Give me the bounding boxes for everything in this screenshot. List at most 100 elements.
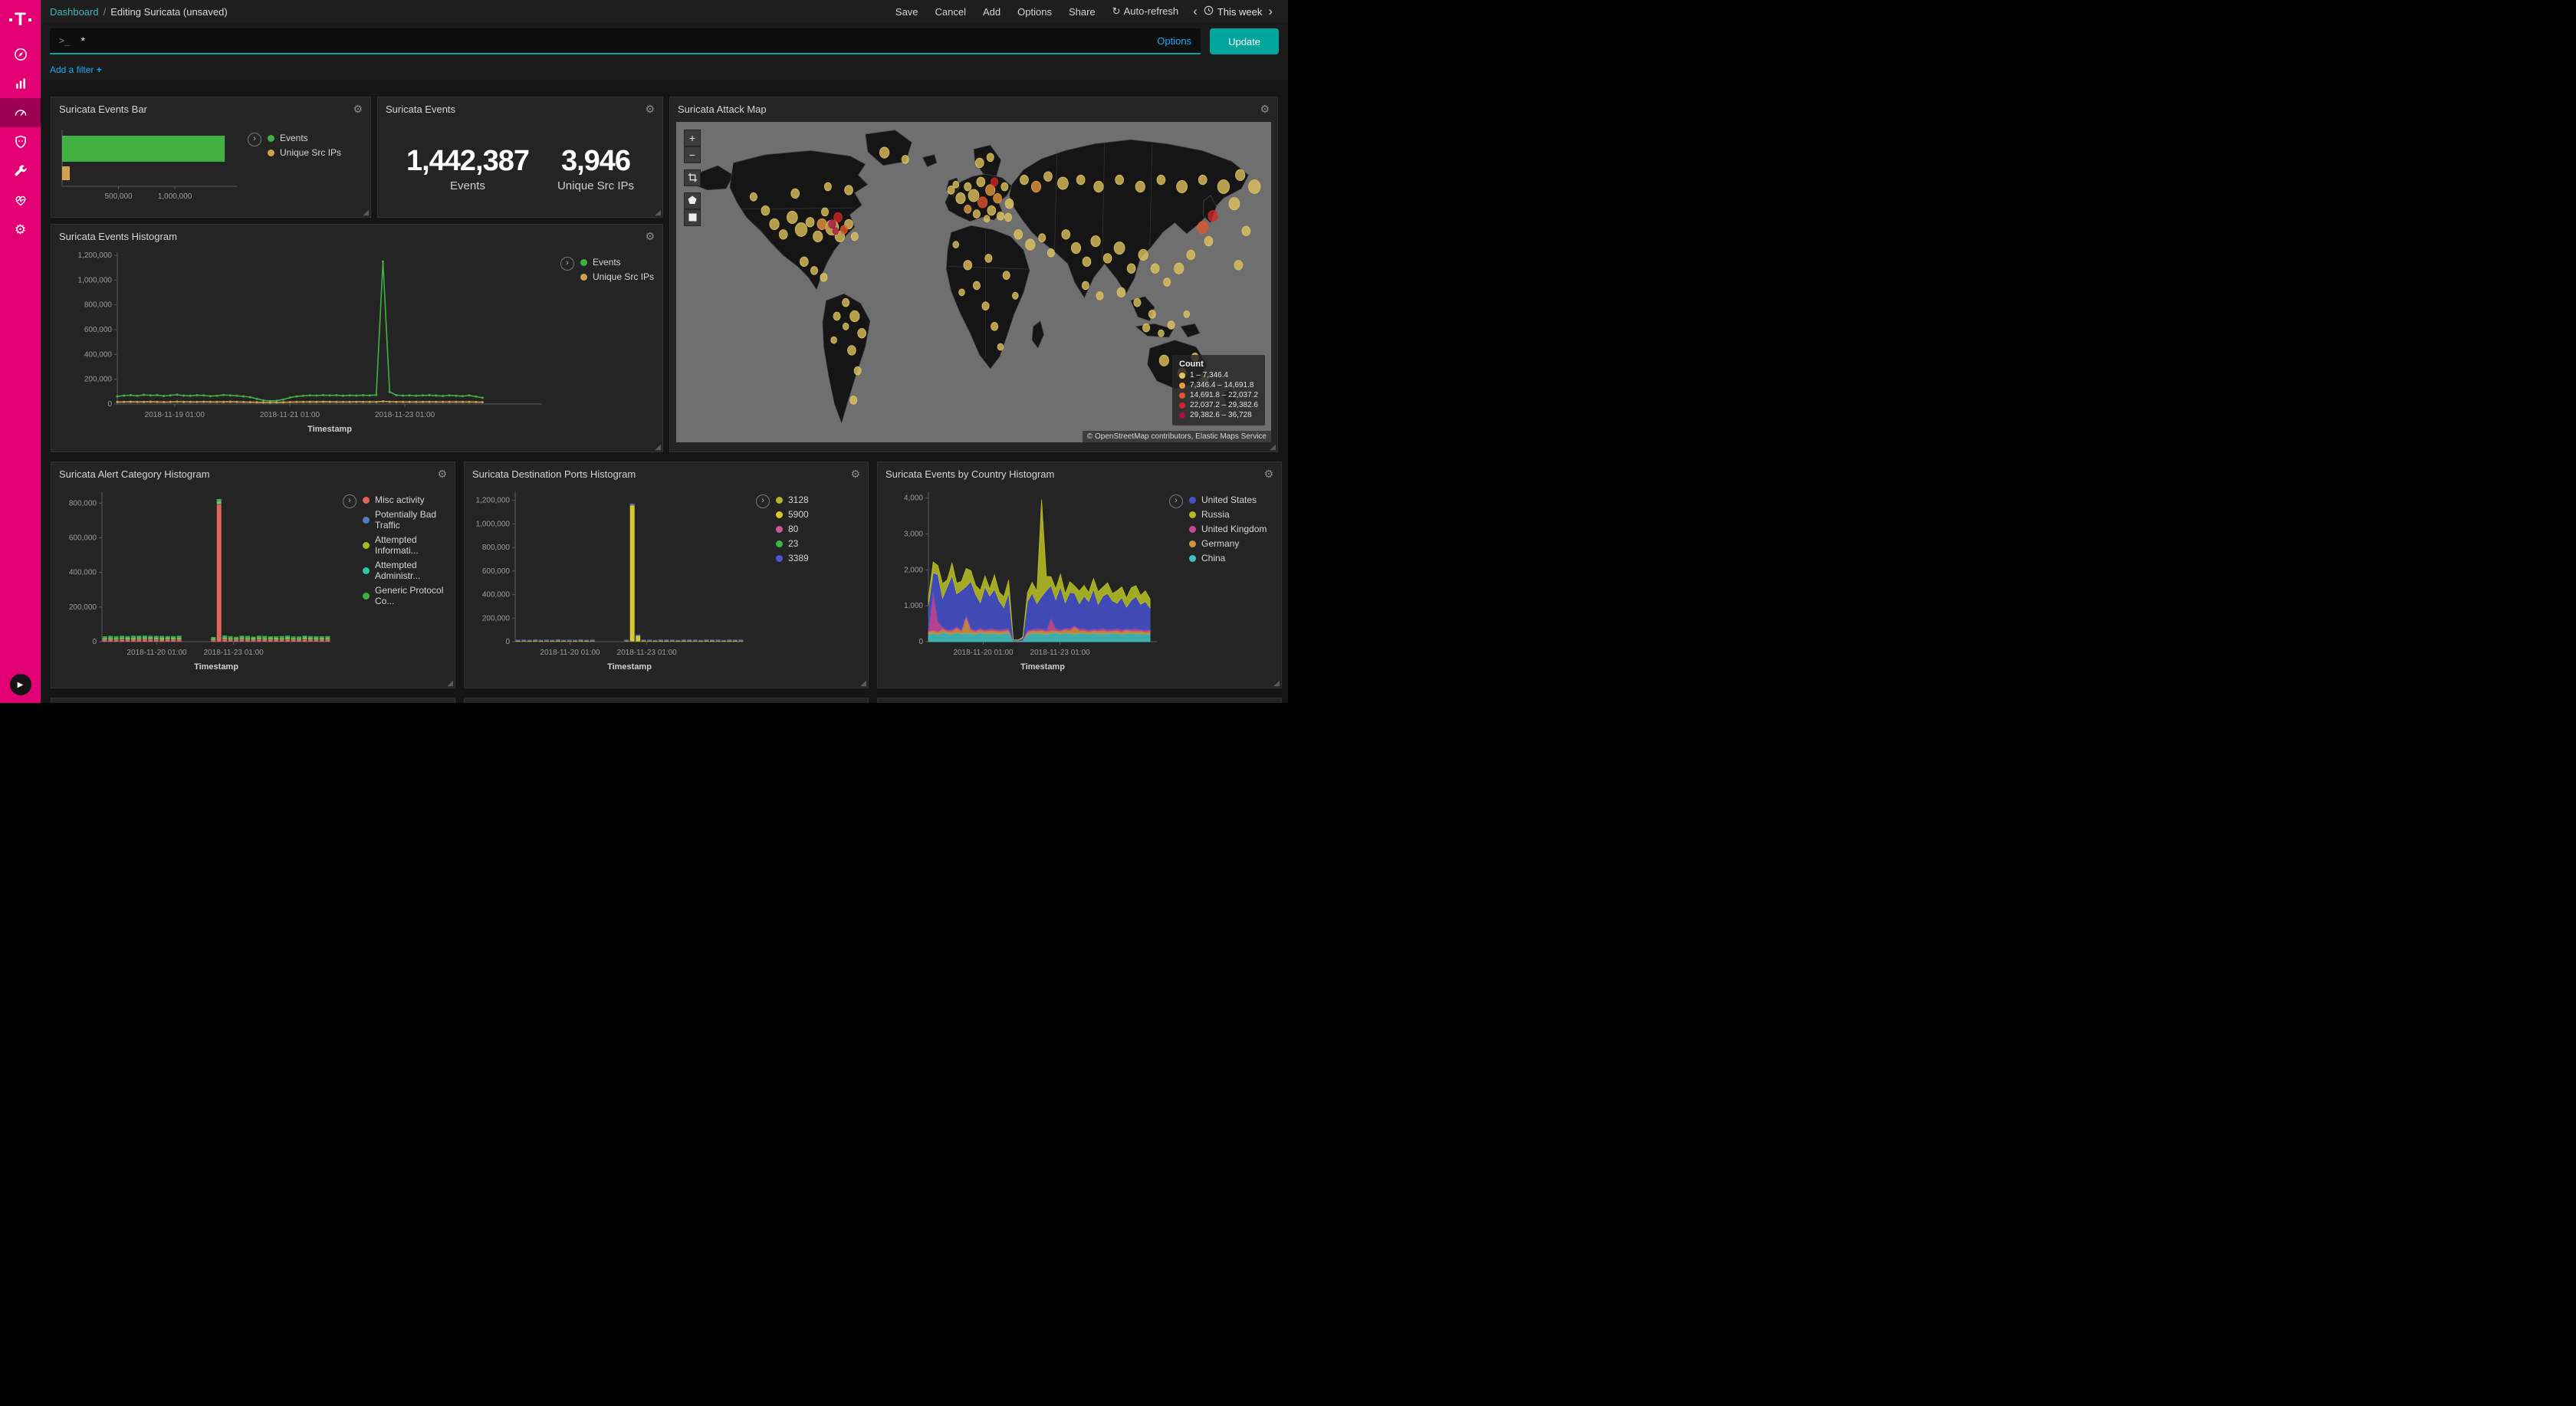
legend-toggle-icon[interactable]: ›	[1169, 494, 1183, 508]
legend-item[interactable]: Unique Src IPs	[580, 271, 654, 282]
panel-gear-icon[interactable]: ⚙	[1260, 103, 1270, 114]
search-query-input[interactable]	[79, 34, 1148, 48]
share-button[interactable]: Share	[1060, 6, 1104, 18]
legend-item[interactable]: 23	[776, 538, 809, 549]
logo-letter: T	[15, 11, 26, 29]
legend-item[interactable]: United Kingdom	[1189, 524, 1267, 534]
svg-text:2018-11-21 01:00: 2018-11-21 01:00	[260, 411, 320, 419]
legend-swatch	[363, 497, 370, 504]
telekom-logo[interactable]: T	[0, 0, 41, 40]
legend-item[interactable]: Attempted Administr...	[363, 560, 455, 581]
svg-text:2018-11-20 01:00: 2018-11-20 01:00	[540, 649, 600, 657]
legend-toggle-icon[interactable]: ›	[343, 494, 356, 508]
map-legend-range: 29,382.6 – 36,728	[1190, 411, 1252, 419]
resize-handle[interactable]: ◢	[655, 444, 661, 452]
legend-item[interactable]: 3389	[776, 553, 809, 563]
resize-handle[interactable]: ◢	[447, 680, 453, 688]
legend-swatch	[1189, 511, 1196, 518]
panel-gear-icon[interactable]: ⚙	[437, 468, 447, 479]
sidebar-item-dashboard[interactable]	[0, 98, 41, 127]
resize-handle[interactable]: ◢	[1270, 444, 1276, 452]
legend-item[interactable]: Unique Src IPs	[268, 147, 341, 158]
sidebar-item-visualize[interactable]	[0, 69, 41, 98]
events-line-chart: 0200,000400,000600,000800,0001,000,0001,…	[58, 248, 548, 439]
time-forward-button[interactable]: ›	[1262, 4, 1279, 19]
panel-gear-icon[interactable]: ⚙	[850, 468, 860, 479]
metric-group: 1,442,387 Events 3,946 Unique Src IPs	[378, 120, 662, 217]
save-button[interactable]: Save	[887, 6, 927, 18]
map-zoom-out-button[interactable]: −	[684, 146, 701, 163]
wrench-icon	[13, 163, 28, 179]
map-rectangle-tool-button[interactable]	[684, 209, 701, 226]
legend-item[interactable]: Events	[268, 133, 341, 143]
query-bar: >_ Options Update	[41, 23, 1288, 60]
panel-suricata-events-metric: Suricata Events ⚙ 1,442,387 Events 3,946…	[377, 97, 663, 218]
legend-label: Events	[593, 257, 621, 268]
time-back-button[interactable]: ‹	[1187, 4, 1204, 19]
legend-item[interactable]: Generic Protocol Co...	[363, 585, 455, 606]
panel-title: Suricata Events Histogram	[59, 231, 177, 242]
legend-item[interactable]: Misc activity	[363, 494, 455, 505]
sidebar-collapse-button[interactable]: ▶	[10, 674, 31, 695]
sidebar-item-discover[interactable]	[0, 40, 41, 69]
logo-dot	[28, 18, 31, 21]
legend-item[interactable]: Germany	[1189, 538, 1267, 549]
panel-gear-icon[interactable]: ⚙	[1263, 468, 1273, 479]
legend-swatch	[268, 135, 274, 142]
legend-item[interactable]: 5900	[776, 509, 809, 520]
add-button[interactable]: Add	[974, 6, 1009, 18]
legend-swatch	[776, 526, 783, 533]
legend-toggle-icon[interactable]: ›	[248, 133, 261, 146]
legend-item[interactable]: Russia	[1189, 509, 1267, 520]
legend-toggle-icon[interactable]: ›	[560, 257, 574, 271]
update-button[interactable]: Update	[1210, 28, 1279, 54]
attack-map[interactable]: + − Count 1 – 7,346.47,346.4 – 14,691.81…	[676, 122, 1271, 442]
legend-item[interactable]: Attempted Informati...	[363, 534, 455, 556]
resize-handle[interactable]: ◢	[363, 209, 369, 217]
cancel-button[interactable]: Cancel	[927, 6, 974, 18]
legend-item[interactable]: China	[1189, 553, 1267, 563]
sidebar-collapse: ▶	[0, 674, 41, 695]
panel-gear-icon[interactable]: ⚙	[645, 103, 655, 114]
query-options-link[interactable]: Options	[1157, 35, 1191, 47]
svg-text:0: 0	[505, 638, 510, 646]
options-button[interactable]: Options	[1009, 6, 1060, 18]
map-fit-bounds-button[interactable]	[684, 169, 701, 186]
top-navigation-bar: Dashboard / Editing Suricata (unsaved) S…	[41, 0, 1288, 23]
time-range-picker[interactable]: This week	[1204, 5, 1263, 18]
sidebar-item-management[interactable]: ⚙	[0, 215, 41, 244]
legend-item[interactable]: 80	[776, 524, 809, 534]
legend-swatch	[776, 540, 783, 547]
resize-handle[interactable]: ◢	[655, 209, 661, 217]
polygon-icon	[688, 195, 697, 206]
sidebar-item-monitoring[interactable]	[0, 186, 41, 215]
svg-text:1,000,000: 1,000,000	[78, 276, 113, 284]
time-range-label: This week	[1217, 6, 1263, 18]
svg-text:0: 0	[92, 638, 97, 646]
legend-swatch	[1189, 497, 1196, 504]
panel-gear-icon[interactable]: ⚙	[645, 231, 655, 241]
map-zoom-in-button[interactable]: +	[684, 130, 701, 146]
map-polygon-tool-button[interactable]	[684, 192, 701, 209]
legend-item[interactable]: 3128	[776, 494, 809, 505]
svg-text:1,000: 1,000	[904, 602, 923, 610]
bar-chart-icon	[13, 76, 28, 91]
svg-text:400,000: 400,000	[84, 350, 113, 359]
legend-toggle-icon[interactable]: ›	[756, 494, 770, 508]
breadcrumb-dashboard-link[interactable]: Dashboard	[50, 6, 99, 18]
sidebar-item-suricata[interactable]	[0, 127, 41, 156]
map-legend-row: 1 – 7,346.4	[1179, 371, 1258, 379]
map-controls: + −	[684, 130, 701, 226]
resize-handle[interactable]: ◢	[860, 680, 866, 688]
legend-item[interactable]: Potentially Bad Traffic	[363, 509, 455, 531]
svg-text:0: 0	[918, 638, 923, 646]
legend-item[interactable]: Events	[580, 257, 654, 268]
sidebar-item-dev-tools[interactable]	[0, 156, 41, 186]
add-filter-link[interactable]: Add a filter +	[50, 64, 102, 75]
map-legend-range: 22,037.2 – 29,382.6	[1190, 401, 1258, 409]
legend-label: Potentially Bad Traffic	[375, 509, 455, 531]
auto-refresh-button[interactable]: ↻Auto-refresh	[1104, 5, 1187, 18]
legend-item[interactable]: United States	[1189, 494, 1267, 505]
panel-gear-icon[interactable]: ⚙	[353, 103, 363, 114]
resize-handle[interactable]: ◢	[1273, 680, 1280, 688]
